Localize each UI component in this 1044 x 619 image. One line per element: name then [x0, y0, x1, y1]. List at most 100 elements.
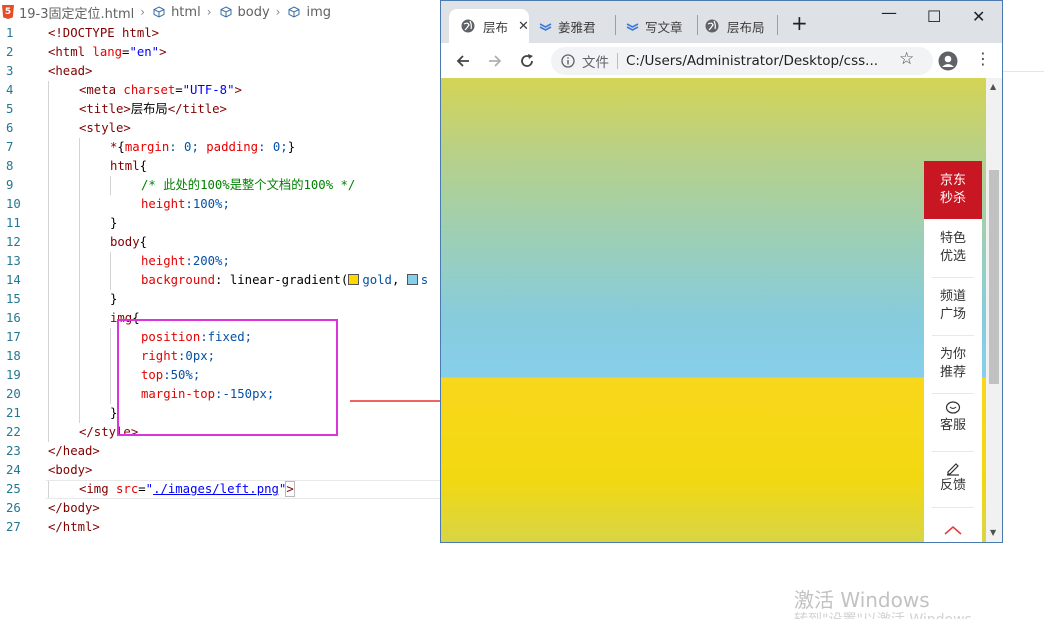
- code-line: 2 <html lang="en">: [6, 45, 167, 59]
- code-line: 11}: [6, 216, 118, 230]
- code-line: 12 body{: [6, 235, 148, 249]
- side-item-recommend-line2: 推荐: [939, 365, 966, 380]
- tab-separator: [697, 15, 698, 35]
- reload-icon[interactable]: [519, 53, 535, 69]
- side-divider: [932, 277, 974, 278]
- tab-layout-label: 层布局: [727, 19, 765, 35]
- chevron-right-icon: ›: [206, 5, 212, 19]
- scroll-up-icon[interactable]: ▲: [990, 82, 996, 91]
- gold-swatch-icon[interactable]: [348, 274, 360, 285]
- address-bar[interactable]: 文件 C:/Users/Administrator/Desktop/css...: [551, 47, 933, 75]
- breadcrumb-item-html[interactable]: html: [151, 5, 201, 20]
- forward-arrow-icon[interactable]: [487, 53, 503, 69]
- breadcrumb-item-body[interactable]: body: [218, 5, 270, 20]
- code-line: 3 <head>: [6, 64, 93, 78]
- tab-active[interactable]: 层布 ✕: [449, 9, 529, 43]
- menu-kebab-icon[interactable]: ⋮: [975, 50, 991, 68]
- side-item-service[interactable]: 客服: [924, 401, 982, 435]
- side-item-seckill[interactable]: 京东 秒杀: [924, 161, 982, 219]
- pencil-icon: [947, 463, 959, 476]
- maximize-button[interactable]: ☐: [927, 7, 941, 26]
- side-item-feedback-label: 反馈: [939, 478, 966, 493]
- skyblue-swatch-icon[interactable]: [406, 274, 418, 285]
- layers-icon: [626, 22, 639, 31]
- code-line: 13 height:200%;: [6, 254, 230, 268]
- security-label: 文件: [582, 55, 609, 71]
- code-line: 23 </head>: [6, 444, 100, 458]
- close-window-button[interactable]: ✕: [972, 7, 985, 26]
- code-line: 1 <!DOCTYPE html>: [6, 26, 160, 40]
- chat-bubble-icon: [945, 401, 961, 414]
- code-line: 7 *{margin: 0; padding: 0;}: [6, 140, 296, 154]
- globe-icon: [705, 19, 719, 33]
- code-line: 9/* 此处的100%是整个文档的100% */: [6, 178, 356, 192]
- breadcrumb-img-label: img: [306, 4, 331, 20]
- side-item-feedback[interactable]: 反馈: [924, 460, 982, 495]
- url-text: C:/Users/Administrator/Desktop/css...: [626, 53, 879, 69]
- side-item-service-label: 客服: [939, 418, 966, 433]
- page-viewport[interactable]: [441, 78, 986, 542]
- info-icon[interactable]: [561, 54, 575, 68]
- breadcrumb-file[interactable]: 5 19-3固定定位.html: [2, 3, 134, 22]
- side-divider: [932, 393, 974, 394]
- side-divider: [932, 451, 974, 452]
- side-item-recommend[interactable]: 为你 推荐: [924, 346, 982, 382]
- profile-avatar-icon[interactable]: [938, 51, 958, 71]
- breadcrumb-html-label: html: [171, 4, 201, 20]
- code-line: 24 <body>: [6, 463, 93, 477]
- code-line: 5 <title>层布局</title>: [6, 102, 227, 116]
- address-divider: [617, 53, 618, 69]
- tab-write-label: 写文章: [645, 19, 683, 35]
- scroll-thumb[interactable]: [989, 170, 999, 384]
- code-line-active: 25 <img src="./images/left.png">: [0, 480, 440, 499]
- tab-strip: 层布 ✕ 姜雅君 写文章 层布局 + — ☐ ✕: [441, 1, 1002, 43]
- side-item-featured-line1: 特色: [939, 231, 966, 246]
- code-line: 14 background: linear-gradient(gold, s: [6, 273, 429, 287]
- close-tab-icon[interactable]: ✕: [518, 19, 529, 34]
- side-item-featured-line2: 优选: [939, 249, 966, 264]
- tab-jiang[interactable]: 姜雅君: [539, 9, 619, 43]
- element-cube-icon: [220, 6, 231, 18]
- side-nav-panel: 京东 秒杀 特色 优选 频道 广场 为你 推荐 客服 反馈: [924, 161, 982, 542]
- tab-layout[interactable]: 层布局: [705, 9, 785, 43]
- element-cube-icon: [288, 6, 300, 18]
- code-line: 8 html{: [6, 159, 148, 173]
- tab-jiang-label: 姜雅君: [558, 19, 596, 35]
- star-icon[interactable]: ☆: [899, 49, 914, 69]
- page-viewport-wrap: ▲ ▼ 京东 秒杀 特色 优选 频道 广场 为你 推荐 客服 反馈: [441, 78, 1002, 542]
- breadcrumb-file-label: 19-3固定定位.html: [19, 6, 135, 22]
- chevron-right-icon: ›: [275, 5, 281, 19]
- tab-separator: [615, 15, 616, 35]
- side-divider: [932, 507, 974, 508]
- code-line: 26 </body>: [6, 501, 100, 515]
- side-item-seckill-line2: 秒杀: [939, 191, 966, 206]
- vertical-scrollbar[interactable]: ▲ ▼: [986, 78, 1002, 542]
- side-divider: [932, 335, 974, 336]
- code-line: 27 </html>: [6, 520, 100, 534]
- divider-line: [1003, 71, 1044, 72]
- code-line: 4 <meta charset="UTF-8">: [6, 83, 242, 97]
- browser-toolbar: 文件 C:/Users/Administrator/Desktop/css...…: [441, 43, 1002, 80]
- side-item-channel-line1: 频道: [939, 289, 966, 304]
- tab-write[interactable]: 写文章: [626, 9, 706, 43]
- back-to-top-chevron-icon[interactable]: [944, 525, 962, 535]
- side-item-channel-line2: 广场: [939, 307, 966, 322]
- side-item-featured[interactable]: 特色 优选: [924, 230, 982, 266]
- breadcrumb-item-img[interactable]: img: [286, 5, 331, 20]
- chevron-right-icon: ›: [140, 5, 146, 19]
- side-item-channel[interactable]: 频道 广场: [924, 288, 982, 324]
- scroll-down-icon[interactable]: ▼: [990, 528, 996, 537]
- minimize-button[interactable]: —: [881, 3, 897, 22]
- new-tab-button[interactable]: +: [791, 11, 808, 35]
- globe-icon: [461, 19, 475, 33]
- tab-separator: [777, 15, 778, 35]
- code-line: 6 <style>: [6, 121, 131, 135]
- image-path-link[interactable]: ./images/left.png: [153, 482, 279, 496]
- breadcrumb-body-label: body: [237, 4, 270, 20]
- annotation-highlight-box: [117, 319, 338, 436]
- tab-active-label: 层布: [483, 19, 509, 35]
- side-item-seckill-line1: 京东: [939, 173, 966, 188]
- activation-watermark-sub: 转到"设置"以激活 Windows。: [794, 609, 986, 619]
- side-item-recommend-line1: 为你: [939, 347, 966, 362]
- back-arrow-icon[interactable]: [455, 53, 471, 69]
